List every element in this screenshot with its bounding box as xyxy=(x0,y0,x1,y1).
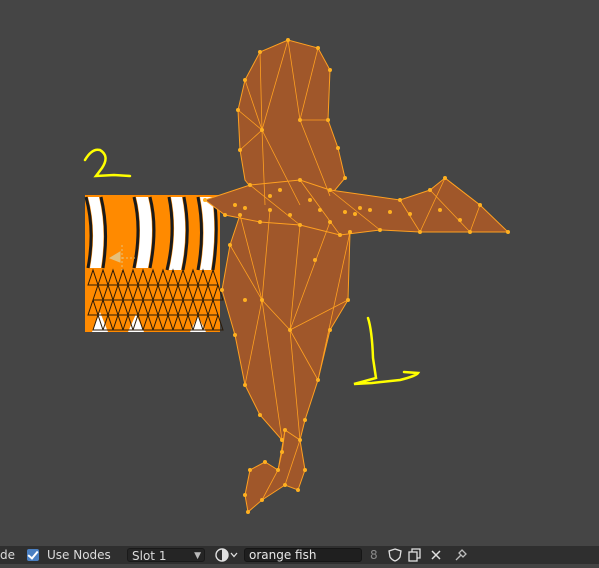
uv-vertex[interactable] xyxy=(283,483,287,487)
uv-vertex[interactable] xyxy=(276,468,280,472)
uv-vertex[interactable] xyxy=(280,438,284,442)
uv-vertex[interactable] xyxy=(338,233,342,237)
uv-vertex[interactable] xyxy=(318,208,322,212)
uv-vertex[interactable] xyxy=(316,46,320,50)
slot-selector[interactable]: Slot 1 ▼ xyxy=(127,548,205,563)
uv-vertex[interactable] xyxy=(408,212,412,216)
uv-vertex[interactable] xyxy=(228,243,232,247)
uv-vertex[interactable] xyxy=(288,213,292,217)
chevron-down-icon: ▼ xyxy=(194,551,201,561)
uv-mesh[interactable] xyxy=(203,39,510,513)
fake-user-shield-icon[interactable] xyxy=(386,547,404,563)
uv-vertex[interactable] xyxy=(328,68,332,72)
uv-vertex[interactable] xyxy=(303,468,307,472)
texture-image xyxy=(84,195,224,332)
uv-vertex[interactable] xyxy=(260,128,264,132)
uv-vertex[interactable] xyxy=(478,203,482,207)
uv-vertex[interactable] xyxy=(283,428,287,432)
uv-vertex[interactable] xyxy=(346,298,350,302)
uv-canvas[interactable] xyxy=(0,0,599,546)
uv-vertex[interactable] xyxy=(220,288,224,292)
uv-vertex[interactable] xyxy=(298,118,302,122)
user-count: 8 xyxy=(370,548,378,562)
uv-vertex[interactable] xyxy=(248,183,252,187)
uv-vertex[interactable] xyxy=(328,220,332,224)
uv-vertex[interactable] xyxy=(238,213,242,217)
uv-vertex[interactable] xyxy=(328,188,332,192)
uv-vertex[interactable] xyxy=(368,208,372,212)
uv-vertex[interactable] xyxy=(438,208,442,212)
uv-vertex[interactable] xyxy=(296,488,300,492)
uv-vertex[interactable] xyxy=(258,50,262,54)
uv-vertex[interactable] xyxy=(238,148,242,152)
uv-vertex[interactable] xyxy=(343,176,347,180)
uv-vertex[interactable] xyxy=(326,118,330,122)
uv-editor-viewport[interactable] xyxy=(0,0,599,546)
uv-vertex[interactable] xyxy=(358,206,362,210)
uv-vertex[interactable] xyxy=(398,198,402,202)
uv-vertex[interactable] xyxy=(443,176,447,180)
uv-vertex[interactable] xyxy=(263,460,267,464)
uv-vertex[interactable] xyxy=(233,333,237,337)
use-nodes-label[interactable]: Use Nodes xyxy=(47,546,111,564)
uv-vertex[interactable] xyxy=(298,438,302,442)
pin-icon[interactable] xyxy=(453,547,471,563)
uv-vertex[interactable] xyxy=(428,188,432,192)
uv-vertex[interactable] xyxy=(353,212,357,216)
uv-vertex[interactable] xyxy=(260,498,264,502)
uv-vertex[interactable] xyxy=(260,298,264,302)
uv-vertex[interactable] xyxy=(418,230,422,234)
duplicate-icon[interactable] xyxy=(406,547,424,563)
uv-vertex[interactable] xyxy=(278,188,282,192)
uv-vertex[interactable] xyxy=(280,450,284,454)
material-name-input[interactable]: orange fish xyxy=(244,548,362,562)
uv-vertex[interactable] xyxy=(258,220,262,224)
material-sphere-icon xyxy=(215,548,238,562)
uv-vertex[interactable] xyxy=(313,258,317,262)
uv-vertex[interactable] xyxy=(336,146,340,150)
uv-vertex[interactable] xyxy=(343,210,347,214)
uv-vertex[interactable] xyxy=(388,210,392,214)
uv-vertex[interactable] xyxy=(286,38,290,42)
uv-vertex[interactable] xyxy=(268,208,272,212)
uv-vertex[interactable] xyxy=(243,206,247,210)
uv-vertex[interactable] xyxy=(288,328,292,332)
uv-vertex[interactable] xyxy=(298,178,302,182)
use-nodes-checkbox[interactable] xyxy=(27,549,39,561)
uv-vertex[interactable] xyxy=(246,510,250,514)
uv-vertex[interactable] xyxy=(506,230,510,234)
uv-vertex[interactable] xyxy=(298,223,302,227)
uv-editor-header: de Use Nodes Slot 1 ▼ orange fish 8 xyxy=(0,546,599,564)
uv-vertex[interactable] xyxy=(258,413,262,417)
slot-value: Slot 1 xyxy=(132,549,167,563)
uv-vertex[interactable] xyxy=(268,194,272,198)
mode-menu-label[interactable]: de xyxy=(0,546,15,564)
uv-vertex[interactable] xyxy=(248,468,252,472)
uv-vertex[interactable] xyxy=(243,493,247,497)
uv-vertex[interactable] xyxy=(233,203,237,207)
uv-vertex[interactable] xyxy=(236,108,240,112)
uv-vertex[interactable] xyxy=(468,230,472,234)
uv-vertex[interactable] xyxy=(458,218,462,222)
uv-vertex[interactable] xyxy=(316,378,320,382)
uv-vertex[interactable] xyxy=(223,213,227,217)
uv-vertex[interactable] xyxy=(348,230,352,234)
uv-vertex[interactable] xyxy=(378,228,382,232)
uv-vertex[interactable] xyxy=(328,328,332,332)
uv-vertex[interactable] xyxy=(243,298,247,302)
uv-vertex[interactable] xyxy=(243,383,247,387)
close-icon[interactable] xyxy=(427,547,445,563)
material-browse-button[interactable] xyxy=(214,547,240,563)
uv-vertex[interactable] xyxy=(303,418,307,422)
uv-vertex[interactable] xyxy=(203,198,207,202)
uv-vertex[interactable] xyxy=(308,198,312,202)
uv-vertex[interactable] xyxy=(243,78,247,82)
